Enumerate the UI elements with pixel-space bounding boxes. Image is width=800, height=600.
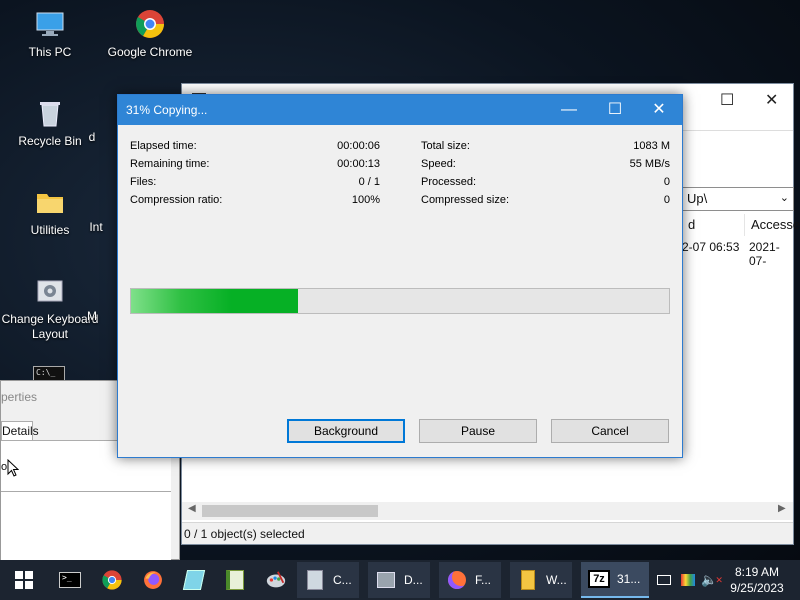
compressed-size-label: Compressed size: <box>421 194 510 206</box>
taskbar-app-firefox[interactable]: F... <box>439 562 501 598</box>
total-size-label: Total size: <box>421 140 470 152</box>
clock[interactable]: 8:19 AM 9/25/2023 <box>722 564 792 596</box>
remaining-time-label: Remaining time: <box>130 158 210 170</box>
folder-icon <box>516 568 540 592</box>
address-text: Up\ <box>687 191 708 206</box>
chrome-icon <box>136 10 164 38</box>
elapsed-time-value: 00:00:06 <box>337 140 380 152</box>
recycle-bin-icon <box>40 102 60 127</box>
desktop-icon-this-pc[interactable]: This PC <box>0 8 100 60</box>
device-icon <box>374 568 398 592</box>
windows-logo-icon <box>15 571 33 589</box>
taskbar-app-label: C... <box>333 573 352 587</box>
firefox-icon <box>445 568 469 592</box>
scroll-right-icon[interactable]: ▶ <box>778 503 786 514</box>
taskbar-paint[interactable] <box>256 560 296 600</box>
taskbar-app-label: W... <box>546 573 567 587</box>
taskbar-app-label: F... <box>475 573 492 587</box>
speed-label: Speed: <box>421 158 456 170</box>
files-label: Files: <box>130 176 157 188</box>
editor-icon <box>226 570 244 590</box>
firefox-icon <box>144 571 162 589</box>
monitor-icon <box>36 12 64 36</box>
cursor-icon <box>7 459 19 477</box>
desktop-icon-label: M <box>87 309 97 323</box>
column-header-accessed[interactable]: Accesse <box>744 214 800 236</box>
scroll-left-icon[interactable]: ◀ <box>188 503 196 514</box>
taskbar-editor[interactable] <box>215 560 255 600</box>
cell-modified: 2-07 06:53 <box>682 240 740 254</box>
status-bar: 0 / 1 object(s) selected <box>182 522 793 544</box>
taskbar-notes[interactable] <box>174 560 214 600</box>
maximize-icon[interactable]: ☐ <box>592 95 638 125</box>
desktop-icon-label: Utilities <box>30 223 70 237</box>
cancel-button[interactable]: Cancel <box>551 419 669 443</box>
taskbar-app-device[interactable]: D... <box>368 562 430 598</box>
chrome-icon <box>102 570 122 590</box>
dialog-titlebar[interactable]: 31% Copying... — ☐ ✕ <box>118 95 682 125</box>
remaining-time-value: 00:00:13 <box>337 158 380 170</box>
dialog-title: 31% Copying... <box>126 103 208 117</box>
horizontal-scrollbar[interactable]: ◀ ▶ <box>182 502 793 520</box>
cell-accessed: 2021-07- <box>749 240 780 268</box>
calculator-icon <box>303 568 327 592</box>
clock-time: 8:19 AM <box>734 565 780 579</box>
folder-icon <box>37 194 63 213</box>
terminal-icon: >_ <box>59 572 81 588</box>
scrollbar-thumb[interactable] <box>202 505 378 517</box>
processed-label: Processed: <box>421 176 477 188</box>
notepad-icon <box>182 570 206 590</box>
taskbar-app-label: 31... <box>617 572 641 586</box>
desktop-icon-label: d <box>88 130 96 144</box>
taskbar-app-calculator[interactable]: C... <box>297 562 359 598</box>
progress-bar <box>130 288 670 314</box>
speed-value: 55 MB/s <box>629 158 670 170</box>
gear-icon <box>37 280 63 302</box>
taskbar-app-7zip[interactable]: 7z 31... <box>581 562 649 598</box>
address-bar[interactable]: Up\ ⌄ <box>682 187 794 211</box>
taskbar: >_ C... D... F... W... 7z 31... 🔈 ✕ 8:19… <box>0 560 800 600</box>
background-button[interactable]: Background <box>287 419 405 443</box>
properties-body <box>1 440 171 560</box>
pause-button[interactable]: Pause <box>419 419 537 443</box>
divider <box>1 491 171 492</box>
elapsed-time-label: Elapsed time: <box>130 140 197 152</box>
progress-bar-fill <box>131 289 298 313</box>
desktop-icon-label: Int <box>89 220 103 234</box>
compressed-size-value: 0 <box>663 194 670 206</box>
desktop-icon-google-chrome[interactable]: Google Chrome <box>100 8 200 60</box>
network-icon[interactable] <box>654 560 674 600</box>
maximize-icon[interactable]: ☐ <box>720 90 734 110</box>
properties-title: perties <box>1 390 38 404</box>
desktop-icon-partial-d[interactable]: d <box>62 130 122 145</box>
compression-ratio-label: Compression ratio: <box>130 194 223 206</box>
desktop-icon-partial-m[interactable]: M <box>62 309 122 324</box>
minimize-icon[interactable]: — <box>546 95 592 125</box>
total-size-value: 1083 M <box>633 140 670 152</box>
volume-muted-icon[interactable]: 🔈 ✕ <box>701 560 723 600</box>
clock-date: 9/25/2023 <box>730 581 784 595</box>
taskbar-cmd[interactable]: >_ <box>50 560 90 600</box>
chevron-down-icon[interactable]: ⌄ <box>780 191 789 204</box>
taskbar-firefox[interactable] <box>133 560 173 600</box>
desktop-icon-label: This PC <box>28 45 72 59</box>
display-icon[interactable] <box>678 560 698 600</box>
tab-details[interactable]: Details <box>1 421 39 441</box>
start-button[interactable] <box>4 560 44 600</box>
paint-icon <box>266 571 286 588</box>
processed-value: 0 <box>663 176 670 188</box>
7zip-icon: 7z <box>587 567 611 591</box>
compression-ratio-value: 100% <box>351 194 380 206</box>
copy-progress-dialog[interactable]: 31% Copying... — ☐ ✕ Elapsed time: 00:00… <box>117 94 683 458</box>
desktop-icon-label: Google Chrome <box>107 45 193 59</box>
taskbar-app-label: D... <box>404 573 423 587</box>
taskbar-chrome[interactable] <box>92 560 132 600</box>
taskbar-app-file-explorer[interactable]: W... <box>510 562 572 598</box>
files-value: 0 / 1 <box>358 176 380 188</box>
close-icon[interactable]: ✕ <box>765 90 778 110</box>
column-header-modified[interactable]: d <box>682 214 742 236</box>
close-icon[interactable]: ✕ <box>636 95 682 125</box>
